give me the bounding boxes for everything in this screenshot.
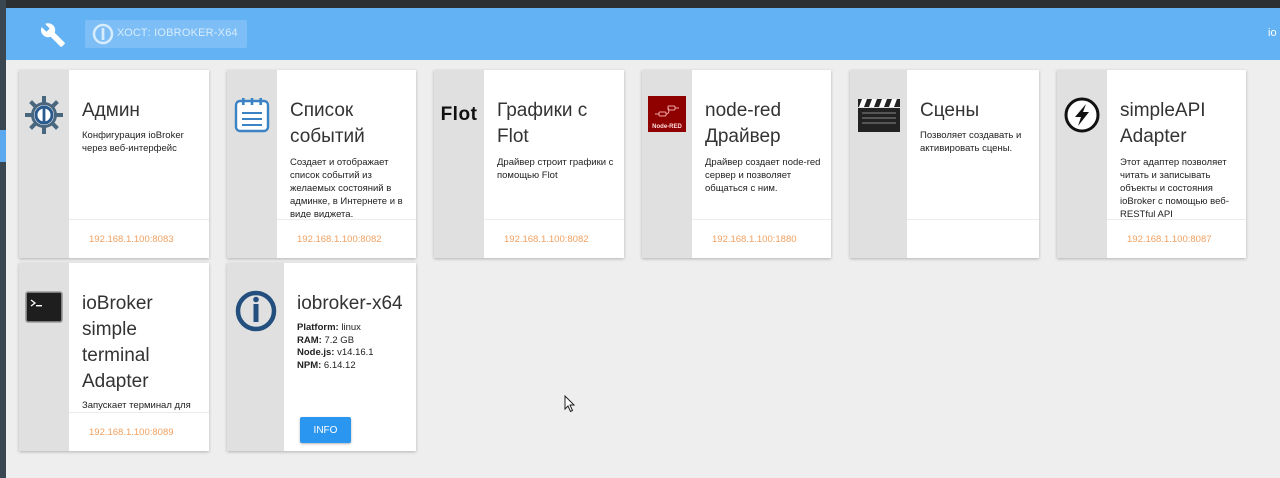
card-footer: 192.168.1.100:8087 [1107, 219, 1246, 258]
card-title: Админ [82, 100, 140, 121]
card-footer: 192.168.1.100:8082 [277, 219, 416, 258]
adapter-card-admin[interactable]: Админ Конфигурация ioBroker через веб-ин… [19, 70, 209, 258]
npm-value: 6.14.12 [323, 359, 356, 371]
card-description: Конфигурация ioBroker через веб-интерфей… [82, 130, 184, 154]
ram-label: RAM: [297, 334, 322, 346]
adapter-card-simpleapi[interactable]: simpleAPI Adapter Этот адаптер позволяет… [1057, 70, 1246, 258]
ram-row: RAM: 7.2 GB [297, 335, 374, 348]
card-title: ioBroker simple terminal Adapter [82, 293, 153, 392]
card-footer [907, 219, 1039, 258]
card-description: Создает и отображает список событий из ж… [290, 157, 403, 218]
window-top-edge [0, 0, 1280, 8]
card-footer: 192.168.1.100:8082 [484, 219, 624, 258]
card-link[interactable]: 192.168.1.100:8089 [89, 427, 174, 438]
adapter-card-node-red[interactable]: Node-RED node-red Драйвер Драйвер создае… [642, 70, 831, 258]
card-title: Графики с Flot [497, 100, 588, 147]
card-footer: 192.168.1.100:1880 [692, 219, 831, 258]
card-description: Позволяет создавать и активировать сцены… [920, 130, 1022, 154]
nodejs-row: Node.js: v14.16.1 [297, 347, 374, 360]
card-title: node-red Драйвер [705, 100, 782, 147]
platform-value: linux [341, 322, 361, 333]
npm-row: NPM: 6.14.12 [297, 360, 374, 373]
host-card: iobroker-x64 Platform: linux RAM: 7.2 GB… [227, 263, 416, 451]
info-button[interactable]: INFO [300, 417, 351, 443]
host-selector[interactable]: ХОСТ: IOBROKER-X64 [85, 20, 247, 48]
iobroker-admin-icon [23, 94, 65, 136]
platform-label: Platform: [297, 322, 339, 333]
ram-value: 7.2 GB [324, 334, 355, 346]
iobroker-host-icon [234, 289, 278, 333]
nodejs-label: Node.js: [297, 347, 335, 358]
card-link[interactable]: 192.168.1.100:8082 [297, 234, 382, 245]
card-description: Драйвер создает node-red сервер и позвол… [705, 157, 821, 194]
adapter-card-eventlist[interactable]: Список событий Создает и отображает спис… [227, 70, 416, 258]
card-link[interactable]: 192.168.1.100:8083 [89, 234, 174, 245]
node-red-label: Node-RED [652, 124, 682, 130]
adapter-card-terminal[interactable]: ioBroker simple terminal Adapter Запуска… [19, 263, 209, 451]
instances-grid: Админ Конфигурация ioBroker через веб-ин… [6, 60, 1280, 478]
card-link[interactable]: 192.168.1.100:1880 [712, 234, 797, 245]
flot-logo-text: Flot [440, 104, 478, 125]
adapter-card-scenes[interactable]: Сцены Позволяет создавать и активировать… [850, 70, 1039, 258]
host-card-title: iobroker-x64 [297, 293, 403, 314]
node-red-icon: Node-RED [648, 95, 686, 133]
card-title: simpleAPI Adapter [1120, 100, 1206, 147]
card-link[interactable]: 192.168.1.100:8082 [504, 234, 589, 245]
card-title: Список событий [290, 100, 365, 147]
card-description: Запускает терминал для [82, 400, 191, 411]
flot-logo: Flot [434, 94, 484, 136]
host-label: ХОСТ: IOBROKER-X64 [117, 27, 238, 39]
host-info: Platform: linux RAM: 7.2 GB Node.js: v14… [297, 322, 374, 372]
npm-label: NPM: [297, 359, 322, 371]
card-description: Драйвер строит графики с помощью Flot [497, 157, 614, 181]
platform-row: Platform: linux [297, 322, 374, 335]
header-right-text: io [1268, 27, 1277, 39]
iobroker-logo-icon [92, 23, 114, 45]
card-link[interactable]: 192.168.1.100:8087 [1127, 234, 1212, 245]
terminal-icon [23, 287, 65, 329]
card-footer: 192.168.1.100:8083 [69, 219, 209, 258]
card-footer: 192.168.1.100:8089 [69, 412, 209, 451]
node-red-badge: Node-RED [648, 96, 686, 132]
wrench-icon[interactable] [40, 22, 66, 48]
mouse-cursor-icon [564, 394, 576, 413]
notepad-icon [231, 94, 273, 136]
card-title: Сцены [920, 100, 980, 121]
nodejs-value: v14.16.1 [337, 347, 374, 358]
clapperboard-icon [857, 94, 901, 136]
card-description: Этот адаптер позволяет читать и записыва… [1120, 157, 1229, 218]
adapter-card-flot[interactable]: Flot Графики с Flot Драйвер строит графи… [434, 70, 624, 258]
lightning-icon [1061, 94, 1103, 136]
app-header: ХОСТ: IOBROKER-X64 io [6, 8, 1280, 60]
